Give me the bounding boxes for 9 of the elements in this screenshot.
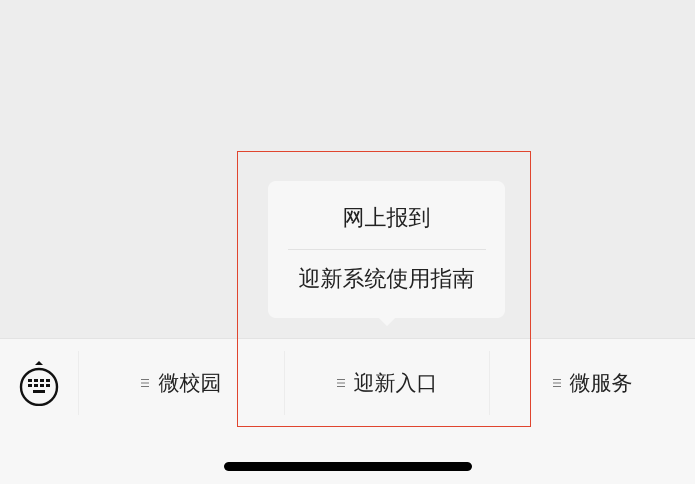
menu-item[interactable]: 微校园: [78, 351, 284, 415]
submenu-item[interactable]: 迎新系统使用指南: [298, 250, 474, 310]
menu-item[interactable]: 迎新入口: [284, 351, 490, 415]
list-icon: [552, 378, 561, 388]
menu-item[interactable]: 微服务: [489, 351, 695, 415]
submenu-item[interactable]: 网上报到: [342, 189, 430, 249]
keyboard-icon: [19, 360, 59, 406]
list-icon: [141, 378, 150, 388]
list-icon: [336, 378, 344, 388]
